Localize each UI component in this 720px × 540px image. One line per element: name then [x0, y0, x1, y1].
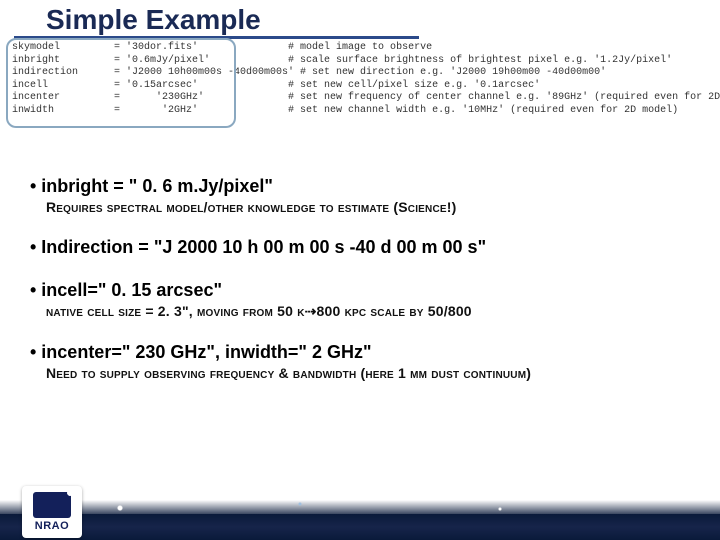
footer: NRAO: [0, 482, 720, 540]
bullet-sub: Need to supply observing frequency & ban…: [46, 365, 690, 381]
code-line: incell = '0.15arcsec' # set new cell/pix…: [12, 80, 712, 93]
bullet-list: • inbright = " 0. 6 m.Jy/pixel" Requires…: [30, 176, 690, 403]
bullet-item: • incell=" 0. 15 arcsec" native cell siz…: [30, 280, 690, 320]
bullet-sub: Requires spectral model/other knowledge …: [46, 199, 690, 215]
bullet-sub: native cell size = 2. 3", moving from 50…: [46, 303, 690, 320]
slide-title: Simple Example: [14, 0, 419, 39]
bullet-main: • inbright = " 0. 6 m.Jy/pixel": [30, 176, 690, 197]
nrao-logo: NRAO: [22, 486, 82, 538]
logo-text: NRAO: [35, 520, 69, 532]
footer-band: [0, 514, 720, 540]
code-line: indirection = 'J2000 10h00m00s -40d00m00…: [12, 67, 712, 80]
code-line: incenter = '230GHz' # set new frequency …: [12, 92, 712, 105]
bullet-item: • Indirection = "J 2000 10 h 00 m 00 s -…: [30, 237, 690, 258]
code-line: inbright = '0.6mJy/pixel' # scale surfac…: [12, 55, 712, 68]
logo-icon: [33, 492, 71, 518]
bullet-main: • incenter=" 230 GHz", inwidth=" 2 GHz": [30, 342, 690, 363]
bullet-item: • incenter=" 230 GHz", inwidth=" 2 GHz" …: [30, 342, 690, 381]
bullet-main: • incell=" 0. 15 arcsec": [30, 280, 690, 301]
code-block: skymodel = '30dor.fits' # model image to…: [12, 42, 712, 117]
bullet-main: • Indirection = "J 2000 10 h 00 m 00 s -…: [30, 237, 690, 258]
code-line: skymodel = '30dor.fits' # model image to…: [12, 42, 712, 55]
code-line: inwidth = '2GHz' # set new channel width…: [12, 105, 712, 118]
bullet-item: • inbright = " 0. 6 m.Jy/pixel" Requires…: [30, 176, 690, 215]
